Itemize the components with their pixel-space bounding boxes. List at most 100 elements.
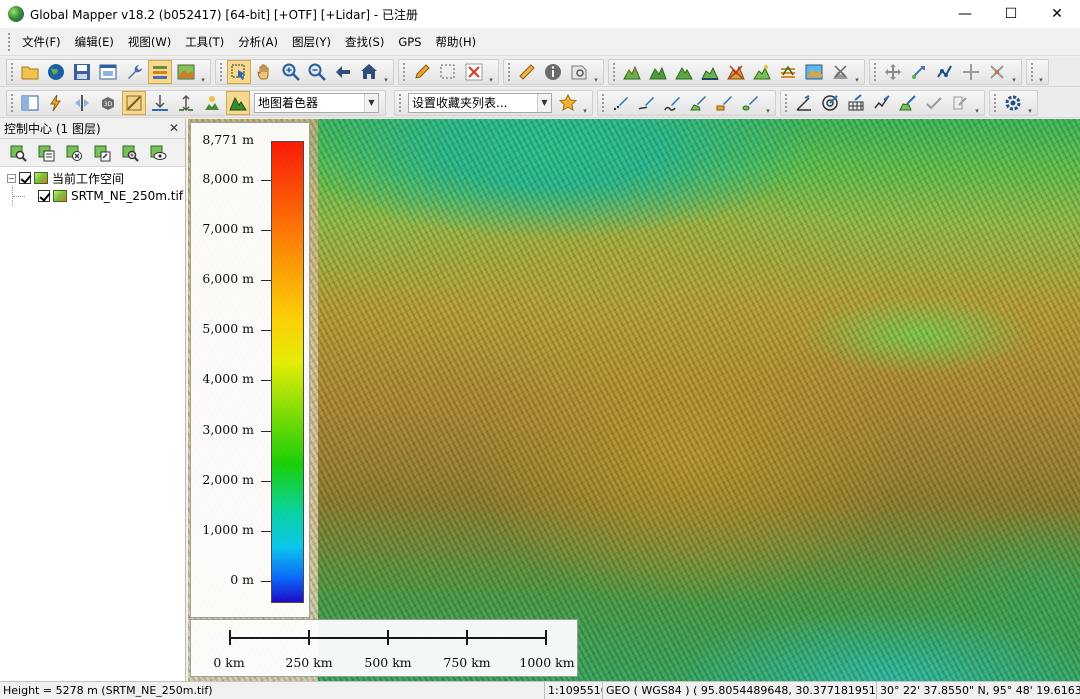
workspace-node[interactable]: − 当前工作空间 bbox=[0, 169, 185, 187]
toolbar-grip[interactable] bbox=[220, 62, 223, 81]
grid-button[interactable] bbox=[844, 91, 868, 115]
target-button[interactable] bbox=[818, 91, 842, 115]
toolbar-overflow[interactable]: ▾ bbox=[1037, 60, 1045, 84]
zoom-out-button[interactable] bbox=[305, 60, 329, 84]
toolbar-overflow[interactable]: ▾ bbox=[1010, 60, 1018, 84]
layer-search-button[interactable] bbox=[5, 141, 31, 165]
terrain-button-8[interactable] bbox=[802, 60, 826, 84]
print-button[interactable] bbox=[96, 60, 120, 84]
toolbar-overflow[interactable]: ▾ bbox=[764, 91, 772, 115]
toolbar-grip[interactable] bbox=[508, 62, 511, 81]
overview-map-button[interactable] bbox=[174, 60, 198, 84]
split-view-button[interactable] bbox=[18, 91, 42, 115]
terrain-button-7[interactable] bbox=[776, 60, 800, 84]
measure-button[interactable] bbox=[515, 60, 539, 84]
draw-area-button[interactable] bbox=[687, 91, 711, 115]
edit-button[interactable] bbox=[410, 60, 434, 84]
shading-toggle-button[interactable] bbox=[122, 90, 146, 115]
online-data-button[interactable] bbox=[44, 60, 68, 84]
delete-button[interactable] bbox=[462, 60, 486, 84]
light-button[interactable] bbox=[44, 91, 68, 115]
3d-view-button[interactable]: 3D bbox=[96, 91, 120, 115]
rect-select-button[interactable] bbox=[436, 60, 460, 84]
back-button[interactable] bbox=[331, 60, 355, 84]
toolbar-overflow[interactable]: ▾ bbox=[592, 60, 600, 84]
minimize-button[interactable]: — bbox=[942, 0, 988, 28]
toolbar-overflow[interactable]: ▾ bbox=[487, 60, 495, 84]
toolbar-grip[interactable] bbox=[1031, 62, 1034, 81]
toolbar-grip[interactable] bbox=[874, 62, 877, 81]
menu-search[interactable]: 查找(S) bbox=[338, 34, 391, 50]
toolbar-grip[interactable] bbox=[613, 62, 616, 81]
menu-tools[interactable]: 工具(T) bbox=[178, 34, 231, 50]
layer-node[interactable]: SRTM_NE_250m.tif bbox=[0, 187, 185, 205]
terrain-button-1[interactable] bbox=[620, 60, 644, 84]
maximize-button[interactable]: ☐ bbox=[988, 0, 1034, 28]
toolbar-grip[interactable] bbox=[11, 93, 14, 112]
draw-points-button[interactable] bbox=[609, 91, 633, 115]
layer-zoom-button[interactable] bbox=[117, 141, 143, 165]
move-button[interactable] bbox=[881, 60, 905, 84]
add-favorite-button[interactable] bbox=[556, 91, 580, 115]
terrain-button-4[interactable] bbox=[698, 60, 722, 84]
draw-curve-button[interactable] bbox=[661, 91, 685, 115]
menu-grip[interactable] bbox=[8, 32, 11, 51]
toolbar-overflow[interactable]: ▾ bbox=[382, 60, 390, 84]
toolbar-grip[interactable] bbox=[403, 62, 406, 81]
toolbar-grip[interactable] bbox=[994, 93, 997, 112]
open-folder-button[interactable] bbox=[18, 60, 42, 84]
layer-options-button[interactable] bbox=[33, 141, 59, 165]
terrain-button-5[interactable] bbox=[724, 60, 748, 84]
layer-visibility-button[interactable] bbox=[145, 141, 171, 165]
draw-rect-button[interactable] bbox=[713, 91, 737, 115]
terrain-button-6[interactable] bbox=[750, 60, 774, 84]
pan-button[interactable] bbox=[253, 60, 277, 84]
toolbar-grip[interactable] bbox=[602, 93, 605, 112]
toolbar-grip[interactable] bbox=[399, 93, 402, 112]
toolbar-overflow[interactable]: ▾ bbox=[853, 60, 861, 84]
toolbar-overflow[interactable]: ▾ bbox=[199, 60, 207, 84]
snap-button[interactable] bbox=[985, 60, 1009, 84]
close-button[interactable]: ✕ bbox=[1034, 0, 1080, 28]
edit-area-button[interactable] bbox=[896, 91, 920, 115]
panel-close-icon[interactable]: ✕ bbox=[169, 121, 179, 135]
draw-line-button[interactable] bbox=[635, 91, 659, 115]
terrain-button-9[interactable] bbox=[828, 60, 852, 84]
shader-select[interactable]: 地图着色器 ▼ bbox=[254, 92, 379, 113]
home-button[interactable] bbox=[357, 60, 381, 84]
menu-help[interactable]: 帮助(H) bbox=[428, 34, 483, 50]
settings-button[interactable] bbox=[1001, 91, 1025, 115]
config-button[interactable] bbox=[122, 60, 146, 84]
favorites-select[interactable]: 设置收藏夹列表... ▼ bbox=[408, 92, 552, 113]
digitizer-select-button[interactable] bbox=[227, 59, 251, 84]
cut-button[interactable] bbox=[70, 91, 94, 115]
path-profile-button[interactable] bbox=[567, 60, 591, 84]
draw-circle-button[interactable] bbox=[739, 91, 763, 115]
check-button[interactable] bbox=[922, 91, 946, 115]
menu-layer[interactable]: 图层(Y) bbox=[285, 34, 338, 50]
lighting-button[interactable] bbox=[200, 91, 224, 115]
layer-export-button[interactable] bbox=[89, 141, 115, 165]
cross-button[interactable] bbox=[959, 60, 983, 84]
control-center-button[interactable] bbox=[148, 59, 172, 84]
menu-analysis[interactable]: 分析(A) bbox=[231, 34, 285, 50]
menu-gps[interactable]: GPS bbox=[391, 35, 428, 49]
vertex-button[interactable] bbox=[933, 60, 957, 84]
menu-edit[interactable]: 编辑(E) bbox=[68, 34, 121, 50]
menu-view[interactable]: 视图(W) bbox=[121, 34, 178, 50]
terrain-button-3[interactable] bbox=[672, 60, 696, 84]
workspace-checkbox[interactable] bbox=[19, 172, 31, 184]
toolbar-overflow[interactable]: ▾ bbox=[1026, 91, 1034, 115]
connect-button[interactable] bbox=[870, 91, 894, 115]
collapse-icon[interactable]: − bbox=[7, 173, 16, 183]
water-level-button[interactable] bbox=[148, 91, 172, 115]
vertical-exag-button[interactable] bbox=[174, 91, 198, 115]
terrain-button-2[interactable] bbox=[646, 60, 670, 84]
edit-doc-button[interactable] bbox=[948, 91, 972, 115]
menu-file[interactable]: 文件(F) bbox=[15, 34, 68, 50]
map-view[interactable]: 8,771 m 8,000 m 7,000 m 6,000 m 5,000 m … bbox=[188, 119, 1080, 681]
toolbar-grip[interactable] bbox=[11, 62, 14, 81]
rotate-button[interactable] bbox=[907, 60, 931, 84]
hillshade-button[interactable] bbox=[226, 90, 250, 115]
save-button[interactable] bbox=[70, 60, 94, 84]
